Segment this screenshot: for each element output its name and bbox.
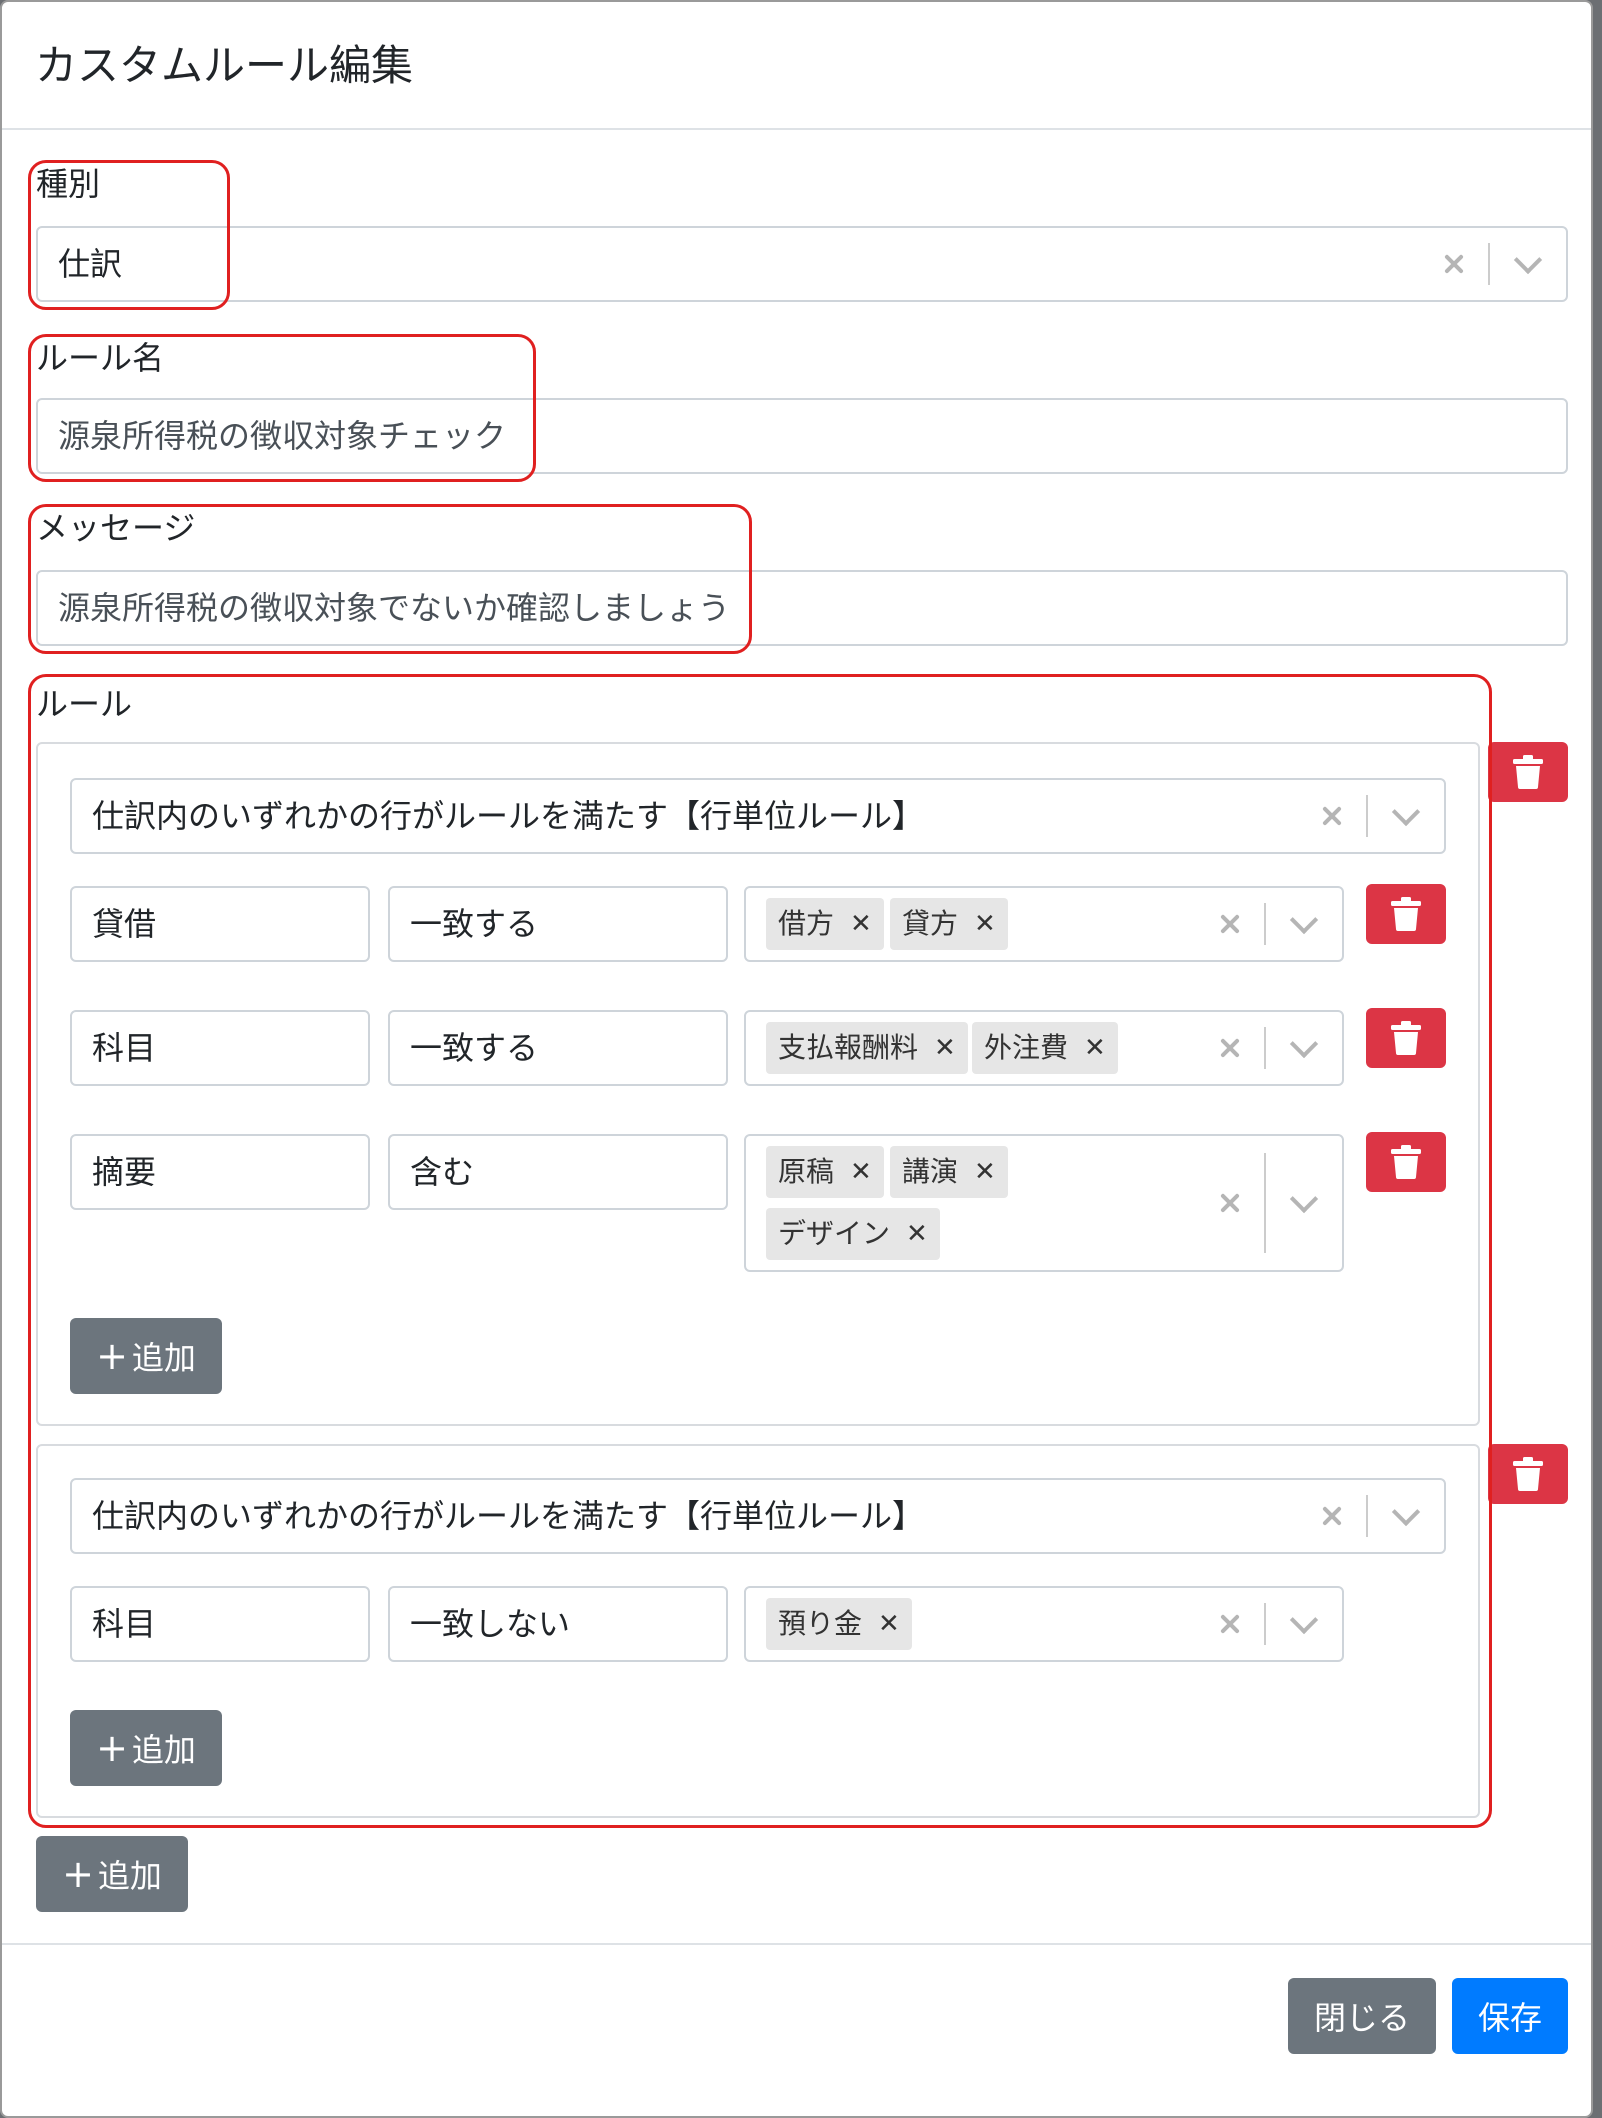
select-separator (1264, 903, 1266, 945)
message-input[interactable]: 源泉所得税の徴収対象でないか確認しましょう (36, 570, 1568, 646)
condition-field-select[interactable]: 貸借 (70, 886, 370, 962)
clear-icon[interactable] (1210, 1604, 1250, 1644)
value-tag: 借方 ✕ (766, 898, 884, 950)
chevron-down-icon[interactable] (1284, 904, 1324, 944)
tag-remove-icon[interactable]: ✕ (974, 904, 996, 944)
condition-values-select[interactable]: 借方 ✕ 貸方 ✕ (744, 886, 1344, 962)
close-button[interactable]: 閉じる (1288, 1978, 1436, 2054)
tag-remove-icon[interactable]: ✕ (850, 904, 872, 944)
plus-icon: + (96, 1726, 128, 1770)
clear-icon[interactable] (1210, 904, 1250, 944)
chevron-down-icon[interactable] (1386, 796, 1426, 836)
group-scope-select[interactable]: 仕訳内のいずれかの行がルールを満たす【行単位ルール】 (70, 1478, 1446, 1554)
trash-icon (1513, 1457, 1543, 1491)
trash-icon (1391, 1021, 1421, 1055)
rule-name-label: ルール名 (36, 339, 165, 377)
chevron-down-icon[interactable] (1508, 244, 1548, 284)
value-tag: デザイン ✕ (766, 1208, 940, 1260)
trash-icon (1391, 1145, 1421, 1179)
delete-condition-button[interactable] (1366, 1008, 1446, 1068)
type-label: 種別 (36, 165, 101, 203)
clear-icon[interactable] (1434, 244, 1474, 284)
rule-group-card: 仕訳内のいずれかの行がルールを満たす【行単位ルール】 科目 一致しない 預り金 ✕… (36, 1444, 1480, 1818)
values-select-controls (1210, 1012, 1324, 1084)
chevron-down-icon[interactable] (1284, 1183, 1324, 1223)
value-tag: 講演 ✕ (890, 1146, 1008, 1198)
scope-select-controls (1312, 780, 1426, 852)
tag-remove-icon[interactable]: ✕ (934, 1028, 956, 1068)
values-select-controls (1210, 1588, 1324, 1660)
type-select-controls (1434, 228, 1548, 300)
values-select-controls (1210, 1136, 1324, 1270)
chevron-down-icon[interactable] (1284, 1028, 1324, 1068)
tag-remove-icon[interactable]: ✕ (974, 1152, 996, 1192)
rule-group-card: 仕訳内のいずれかの行がルールを満たす【行単位ルール】 貸借 一致する 借方 ✕ 貸… (36, 742, 1480, 1426)
condition-operator-select[interactable]: 一致する (388, 886, 728, 962)
plus-icon: + (62, 1852, 94, 1896)
select-separator (1264, 1603, 1266, 1645)
rule-name-input[interactable]: 源泉所得税の徴収対象チェック (36, 398, 1568, 474)
condition-operator-select[interactable]: 含む (388, 1134, 728, 1210)
values-select-controls (1210, 888, 1324, 960)
scope-select-controls (1312, 1480, 1426, 1552)
modal-header: カスタムルール編集 (2, 2, 1591, 130)
group-scope-value: 仕訳内のいずれかの行がルールを満たす【行単位ルール】 (92, 1497, 925, 1535)
clear-icon[interactable] (1312, 796, 1352, 836)
condition-values-select[interactable]: 預り金 ✕ (744, 1586, 1344, 1662)
condition-field-select[interactable]: 科目 (70, 1586, 370, 1662)
trash-icon (1391, 897, 1421, 931)
condition-field-select[interactable]: 摘要 (70, 1134, 370, 1210)
condition-field-select[interactable]: 科目 (70, 1010, 370, 1086)
plus-icon: + (96, 1334, 128, 1378)
clear-icon[interactable] (1210, 1183, 1250, 1223)
trash-icon (1513, 755, 1543, 789)
custom-rule-modal: カスタムルール編集 種別 仕訳 ルール名 源泉所得税の徴収対象チェック メッセー… (0, 0, 1593, 2118)
select-separator (1264, 1153, 1266, 1253)
chevron-down-icon[interactable] (1284, 1604, 1324, 1644)
delete-condition-button[interactable] (1366, 1132, 1446, 1192)
tag-remove-icon[interactable]: ✕ (906, 1214, 928, 1254)
condition-values-select[interactable]: 支払報酬料 ✕ 外注費 ✕ (744, 1010, 1344, 1086)
value-tag: 貸方 ✕ (890, 898, 1008, 950)
tag-remove-icon[interactable]: ✕ (878, 1604, 900, 1644)
modal-title: カスタムルール編集 (35, 41, 414, 90)
type-select[interactable]: 仕訳 (36, 226, 1568, 302)
chevron-down-icon[interactable] (1386, 1496, 1426, 1536)
delete-group-button[interactable] (1488, 742, 1568, 802)
type-value: 仕訳 (58, 245, 123, 283)
rules-label: ルール (36, 685, 133, 723)
select-separator (1366, 795, 1368, 837)
value-tag: 支払報酬料 ✕ (766, 1022, 968, 1074)
condition-operator-select[interactable]: 一致する (388, 1010, 728, 1086)
footer-divider (2, 1943, 1591, 1945)
delete-group-button[interactable] (1488, 1444, 1568, 1504)
select-separator (1488, 243, 1490, 285)
value-tag: 外注費 ✕ (972, 1022, 1118, 1074)
condition-operator-select[interactable]: 一致しない (388, 1586, 728, 1662)
add-group-button[interactable]: + 追加 (36, 1836, 188, 1912)
tag-remove-icon[interactable]: ✕ (1084, 1028, 1106, 1068)
select-separator (1264, 1027, 1266, 1069)
delete-condition-button[interactable] (1366, 884, 1446, 944)
clear-icon[interactable] (1210, 1028, 1250, 1068)
group-scope-select[interactable]: 仕訳内のいずれかの行がルールを満たす【行単位ルール】 (70, 778, 1446, 854)
add-condition-button[interactable]: + 追加 (70, 1318, 222, 1394)
select-separator (1366, 1495, 1368, 1537)
condition-values-select[interactable]: 原稿 ✕ 講演 ✕ デザイン ✕ (744, 1134, 1344, 1272)
value-tag: 原稿 ✕ (766, 1146, 884, 1198)
tag-remove-icon[interactable]: ✕ (850, 1152, 872, 1192)
message-label: メッセージ (36, 509, 196, 547)
clear-icon[interactable] (1312, 1496, 1352, 1536)
add-condition-button[interactable]: + 追加 (70, 1710, 222, 1786)
save-button[interactable]: 保存 (1452, 1978, 1568, 2054)
value-tag: 預り金 ✕ (766, 1598, 912, 1650)
group-scope-value: 仕訳内のいずれかの行がルールを満たす【行単位ルール】 (92, 797, 925, 835)
